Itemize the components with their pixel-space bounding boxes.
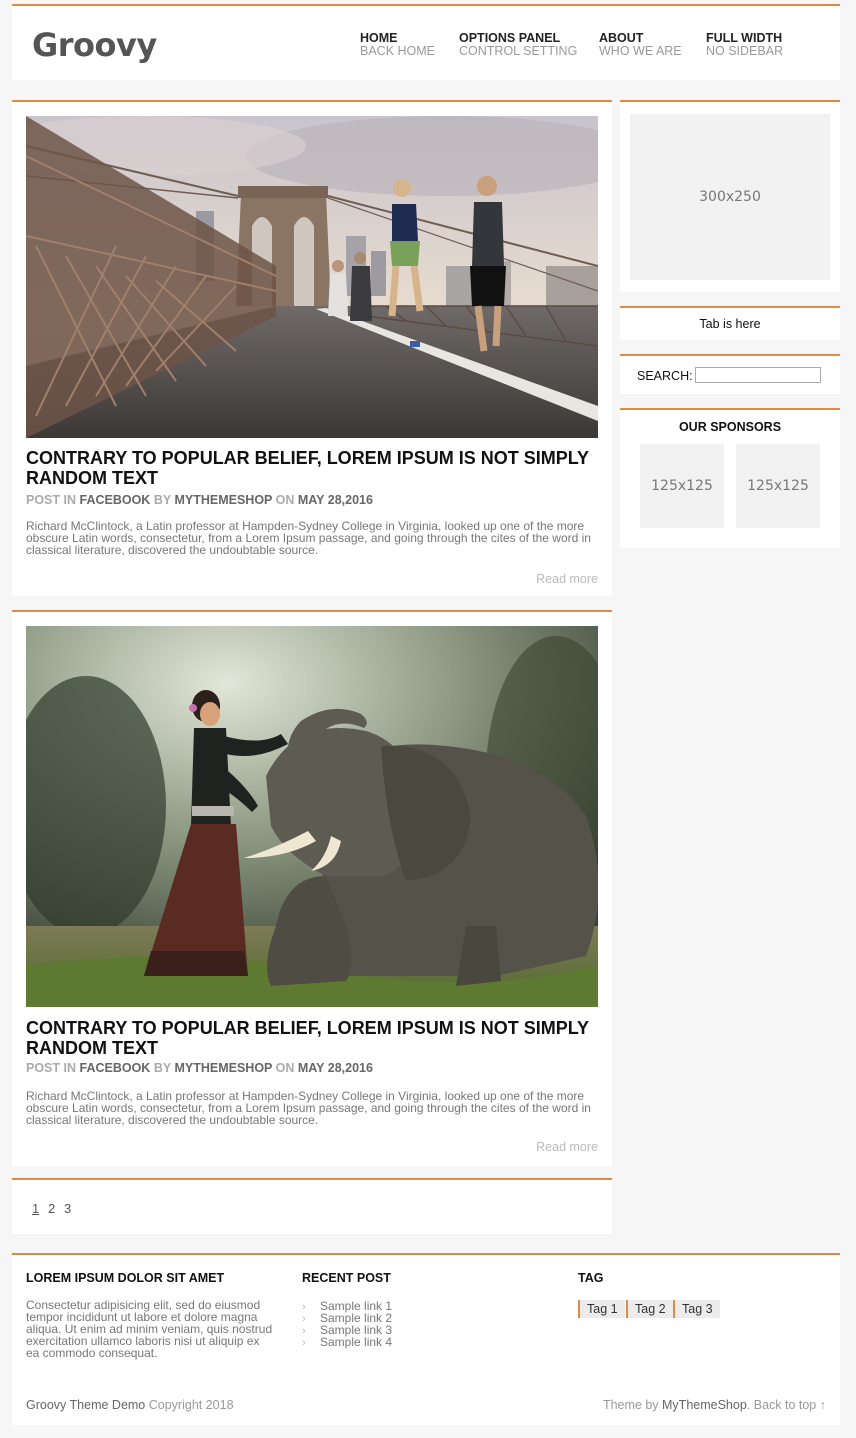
page-link-3[interactable]: 3: [64, 1201, 71, 1216]
search-widget: SEARCH:: [620, 354, 840, 394]
post-category-link[interactable]: FACEBOOK: [80, 1061, 151, 1075]
search-input[interactable]: [695, 367, 821, 383]
post-image-bridge-runners[interactable]: [26, 116, 598, 438]
meta-label: POST IN: [26, 493, 77, 507]
theme-credit: Theme by MyThemeShop. Back to top ↑: [603, 1398, 826, 1412]
nav-subtitle: BACK HOME: [360, 44, 436, 58]
mythemeshop-link[interactable]: MyThemeShop: [662, 1398, 747, 1412]
chevron-right-icon: ›: [302, 1337, 306, 1349]
post-card: CONTRARY TO POPULAR BELIEF, LOREM IPSUM …: [12, 100, 612, 596]
sponsor-placeholder[interactable]: 125x125: [640, 444, 724, 528]
post-excerpt: Richard McClintock, a Latin professor at…: [26, 1089, 591, 1127]
post-author-link[interactable]: MYTHEMESHOP: [174, 493, 272, 507]
post-date: MAY 28,2016: [297, 1061, 373, 1075]
sponsor-placeholder[interactable]: 125x125: [736, 444, 820, 528]
meta-label: POST IN: [26, 1061, 77, 1075]
post-category-link[interactable]: FACEBOOK: [80, 493, 151, 507]
nav-item-options-panel[interactable]: OPTIONS PANEL CONTROL SETTING: [459, 32, 577, 58]
tab-widget-text[interactable]: Tab is here: [620, 317, 840, 331]
nav-item-about[interactable]: ABOUT WHO WE ARE: [599, 32, 682, 58]
post-image-girl-elephant[interactable]: [26, 626, 598, 1007]
meta-label: BY: [153, 493, 171, 507]
meta-label: ON: [275, 1061, 295, 1075]
pagination: 1 2 3: [12, 1178, 612, 1234]
tag-link[interactable]: Tag 2: [626, 1300, 673, 1318]
recent-post-link[interactable]: › Sample link 4: [302, 1336, 392, 1349]
back-to-top-link[interactable]: . Back to top ↑: [747, 1398, 826, 1412]
search-label: SEARCH:: [637, 369, 693, 383]
copyright-text: Copyright 2018: [148, 1398, 234, 1412]
recent-post-label: Sample link 4: [320, 1335, 393, 1349]
post-card: CONTRARY TO POPULAR BELIEF, LOREM IPSUM …: [12, 610, 612, 1166]
meta-label: ON: [275, 493, 295, 507]
nav-item-home[interactable]: HOME BACK HOME: [360, 32, 435, 58]
nav-subtitle: NO SIDEBAR: [706, 44, 784, 58]
post-title[interactable]: CONTRARY TO POPULAR BELIEF, LOREM IPSUM …: [26, 1018, 602, 1058]
site-logo[interactable]: Groovy: [32, 26, 157, 64]
ad-placeholder[interactable]: 300x250: [630, 114, 830, 280]
sponsors-widget: OUR SPONSORS 125x125 125x125: [620, 408, 840, 548]
copyright-brand-link[interactable]: Groovy Theme Demo: [26, 1398, 145, 1412]
sponsors-title: OUR SPONSORS: [678, 420, 782, 434]
site-header: Groovy HOME BACK HOME OPTIONS PANEL CONT…: [12, 4, 840, 80]
post-excerpt: Richard McClintock, a Latin professor at…: [26, 519, 591, 557]
site-footer: LOREM IPSUM DOLOR SIT AMET Consectetur a…: [12, 1253, 840, 1425]
nav-subtitle: WHO WE ARE: [599, 44, 682, 58]
nav-item-full-width[interactable]: FULL WIDTH NO SIDEBAR: [706, 32, 783, 58]
footer-tag-title: TAG: [578, 1271, 604, 1285]
copyright: Groovy Theme Demo Copyright 2018: [26, 1398, 234, 1412]
post-meta: POST IN FACEBOOK BY MYTHEMESHOP ON MAY 2…: [26, 1061, 373, 1075]
page-link-2[interactable]: 2: [48, 1201, 55, 1216]
credit-prefix: Theme by: [602, 1398, 659, 1412]
page-link-1[interactable]: 1: [32, 1201, 39, 1216]
nav-subtitle: CONTROL SETTING: [459, 44, 578, 58]
read-more-link[interactable]: Read more: [536, 572, 598, 586]
footer-about-title: LOREM IPSUM DOLOR SIT AMET: [26, 1271, 225, 1285]
post-title[interactable]: CONTRARY TO POPULAR BELIEF, LOREM IPSUM …: [26, 448, 602, 488]
post-author-link[interactable]: MYTHEMESHOP: [174, 1061, 272, 1075]
read-more-link[interactable]: Read more: [536, 1140, 598, 1154]
footer-recent-title: RECENT POST: [302, 1271, 391, 1285]
tab-widget: Tab is here: [620, 306, 840, 340]
meta-label: BY: [153, 1061, 171, 1075]
tag-link[interactable]: Tag 3: [673, 1300, 720, 1318]
post-date: MAY 28,2016: [297, 493, 373, 507]
footer-about-text: Consectetur adipisicing elit, sed do eiu…: [26, 1298, 273, 1360]
tag-link[interactable]: Tag 1: [578, 1300, 625, 1318]
post-meta: POST IN FACEBOOK BY MYTHEMESHOP ON MAY 2…: [26, 493, 373, 507]
ad-widget: 300x250: [620, 100, 840, 292]
